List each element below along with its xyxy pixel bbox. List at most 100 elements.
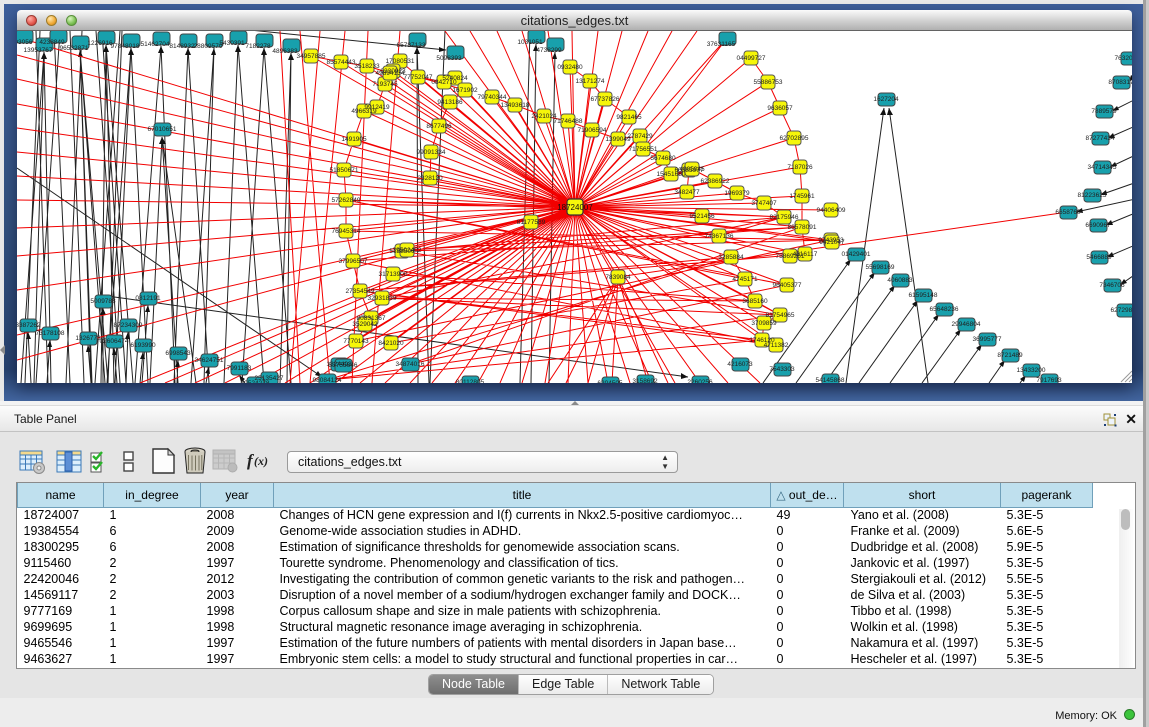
svg-text:62702895: 62702895 — [780, 135, 809, 142]
svg-text:9821465: 9821465 — [616, 114, 642, 121]
svg-text:36995777: 36995777 — [973, 336, 1002, 343]
svg-text:8421020: 8421020 — [378, 340, 404, 347]
svg-text:34624751: 34624751 — [195, 357, 224, 364]
svg-text:76945314: 76945314 — [332, 228, 361, 235]
svg-text:4711382: 4711382 — [764, 342, 789, 349]
svg-text:7770143: 7770143 — [343, 338, 369, 345]
svg-text:0932480: 0932480 — [557, 64, 583, 71]
svg-text:6193990: 6193990 — [130, 342, 156, 349]
svg-text:4005045: 4005045 — [679, 166, 705, 173]
svg-text:4216073: 4216073 — [727, 361, 753, 368]
svg-text:71756551: 71756551 — [629, 146, 658, 153]
svg-text:1969379: 1969379 — [724, 190, 750, 197]
svg-text:8721489: 8721489 — [997, 352, 1023, 359]
svg-text:7917693: 7917693 — [1036, 377, 1062, 383]
svg-text:49894134: 49894134 — [376, 70, 405, 77]
svg-text:54145868: 54145868 — [816, 377, 845, 383]
svg-text:55886753: 55886753 — [754, 79, 783, 86]
svg-text:4738299: 4738299 — [536, 47, 562, 54]
svg-text:1226916: 1226916 — [87, 40, 113, 47]
svg-text:96405377: 96405377 — [773, 282, 802, 289]
svg-text:2260256: 2260256 — [687, 379, 713, 383]
svg-text:94406409: 94406409 — [817, 207, 846, 214]
svg-text:4966319: 4966319 — [351, 108, 377, 115]
svg-text:3685160: 3685160 — [742, 298, 768, 305]
svg-text:5098393: 5098393 — [436, 55, 462, 62]
svg-text:80112805: 80112805 — [456, 379, 485, 383]
svg-text:5430391: 5430391 — [219, 40, 245, 47]
svg-text:34874016: 34874016 — [396, 361, 425, 368]
svg-text:8708317: 8708317 — [1108, 79, 1132, 86]
svg-text:67737826: 67737826 — [591, 96, 620, 103]
svg-text:39502402: 39502402 — [393, 247, 422, 254]
svg-text:9636057: 9636057 — [767, 105, 793, 112]
svg-text:13433200: 13433200 — [1017, 367, 1046, 374]
svg-text:75869261: 75869261 — [776, 253, 805, 260]
svg-text:9521456: 9521456 — [689, 213, 715, 220]
svg-text:53755646: 53755646 — [329, 362, 358, 369]
svg-text:71746488: 71746488 — [554, 118, 583, 125]
svg-text:81754965: 81754965 — [766, 312, 795, 319]
svg-text:7182278: 7182278 — [245, 43, 271, 50]
svg-text:37996507: 37996507 — [339, 258, 368, 265]
svg-text:77752047: 77752047 — [404, 74, 433, 81]
svg-text:31713900: 31713900 — [379, 271, 408, 278]
svg-text:01429401: 01429401 — [842, 251, 871, 258]
svg-text:13171274: 13171274 — [576, 78, 605, 85]
svg-text:3709859: 3709859 — [751, 320, 777, 327]
svg-text:32931839: 32931839 — [368, 295, 397, 302]
svg-text:55698169: 55698169 — [866, 264, 895, 271]
svg-text:85574443: 85574443 — [327, 59, 356, 66]
svg-text:3285884: 3285884 — [718, 254, 744, 261]
svg-text:5466889: 5466889 — [1086, 254, 1112, 261]
svg-text:7839084: 7839084 — [605, 274, 631, 281]
svg-text:1745961: 1745961 — [789, 193, 815, 200]
svg-text:2787429: 2787429 — [627, 133, 653, 140]
svg-text:5674680: 5674680 — [650, 155, 676, 162]
svg-text:51462704: 51462704 — [141, 41, 170, 48]
svg-text:5009788: 5009788 — [90, 298, 116, 305]
svg-text:0842710: 0842710 — [431, 79, 457, 86]
svg-text:1671902: 1671902 — [452, 87, 478, 94]
svg-text:62729806: 62729806 — [1111, 307, 1132, 314]
svg-text:7346706: 7346706 — [1099, 282, 1125, 289]
svg-text:0812191: 0812191 — [135, 295, 161, 302]
svg-text:82175946: 82175946 — [770, 214, 799, 221]
svg-text:97848018: 97848018 — [111, 43, 140, 50]
svg-text:81223623: 81223623 — [1078, 192, 1107, 199]
svg-text:4745171: 4745171 — [732, 276, 758, 283]
svg-text:6658760: 6658760 — [1055, 209, 1081, 216]
svg-text:6204505: 6204505 — [597, 380, 623, 383]
svg-text:3747407: 3747407 — [751, 200, 777, 207]
svg-text:(x): (x) — [254, 454, 268, 468]
svg-text:65787133: 65787133 — [397, 42, 426, 49]
svg-text:57262849: 57262849 — [332, 197, 361, 204]
svg-text:74367136: 74367136 — [705, 233, 734, 240]
svg-text:99091334: 99091334 — [417, 149, 446, 156]
svg-text:4896383: 4896383 — [272, 48, 298, 55]
svg-text:1326773: 1326773 — [75, 335, 101, 342]
svg-text:00524278: 00524278 — [241, 380, 270, 383]
svg-text:7193745: 7193745 — [372, 81, 398, 88]
svg-text:8677496: 8677496 — [426, 123, 452, 130]
svg-text:86578091: 86578091 — [788, 224, 817, 231]
svg-text:96532871: 96532871 — [60, 45, 89, 52]
svg-text:29946804: 29946804 — [952, 321, 981, 328]
svg-text:7991183: 7991183 — [227, 365, 252, 372]
svg-text:3529042: 3529042 — [352, 321, 378, 328]
svg-text:67010651: 67010651 — [148, 126, 177, 133]
svg-text:83503056: 83503056 — [17, 39, 33, 46]
svg-text:65648236: 65648236 — [930, 306, 959, 313]
svg-text:6998543: 6998543 — [165, 350, 191, 357]
svg-text:98084124: 98084124 — [313, 377, 342, 383]
svg-text:9421047: 9421047 — [819, 239, 845, 246]
svg-text:34714345: 34714345 — [1088, 164, 1117, 171]
svg-text:73178108: 73178108 — [36, 330, 65, 337]
svg-text:51850671: 51850671 — [330, 167, 359, 174]
svg-text:79740344: 79740344 — [478, 94, 507, 101]
svg-text:81177589: 81177589 — [517, 219, 546, 226]
svg-text:76320163: 76320163 — [1115, 55, 1132, 62]
svg-text:2328120: 2328120 — [417, 175, 443, 182]
svg-text:3387262: 3387262 — [17, 322, 41, 329]
svg-text:8148932: 8148932 — [169, 43, 195, 50]
